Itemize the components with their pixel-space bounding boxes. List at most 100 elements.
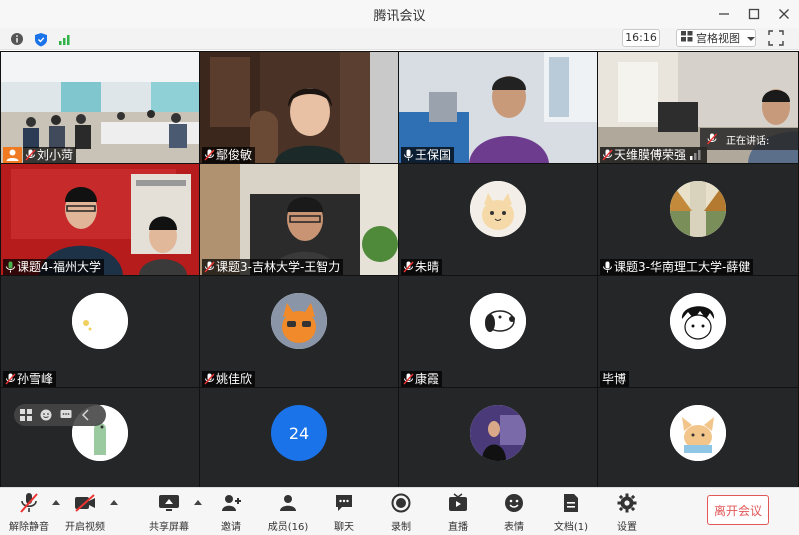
orange-cat-avatar: [271, 293, 327, 349]
members-button[interactable]: 成员(16): [261, 492, 315, 533]
mic-muted-icon: [204, 373, 215, 385]
avatar: [72, 293, 128, 349]
avatar-tile[interactable]: [399, 388, 597, 487]
video-tile[interactable]: 课题3-吉林大学-王智力: [200, 164, 398, 275]
window-controls: [717, 0, 791, 28]
top-toolbar: 16:16 宫格视图: [0, 28, 799, 50]
record-button[interactable]: 录制: [374, 492, 428, 533]
reaction-button[interactable]: 表情: [487, 492, 541, 533]
participant-name: 毕博: [602, 372, 627, 386]
mic-muted-icon: [403, 261, 414, 273]
start-video-label: 开启视频: [65, 522, 105, 533]
leave-meeting-button[interactable]: 离开会议: [707, 495, 769, 525]
layout-icon[interactable]: [20, 409, 32, 421]
participant-name-tag: 孙雪峰: [3, 371, 57, 387]
settings-button[interactable]: 设置: [600, 492, 654, 533]
host-badge: [3, 147, 22, 163]
avatar-tile[interactable]: 康霞: [399, 276, 597, 387]
participant-name: 王保国: [415, 148, 452, 162]
mic-muted-icon: [204, 261, 215, 273]
participant-name: 鄢俊敏: [216, 148, 253, 162]
video-grid: 刘小菏 鄢俊敏 王保国 天维膜傅荣强 课题4-福州大学 课题3-吉林大学-王智力…: [0, 51, 799, 487]
signal-weak-icon: [690, 150, 701, 160]
cartoon-boy-avatar: [670, 293, 726, 349]
unmute-label: 解除静音: [9, 522, 49, 533]
participant-name: 课题3-华南理工大学-薛健: [614, 260, 751, 274]
window-title: 腾讯会议: [373, 8, 426, 24]
mic-icon: [6, 261, 15, 273]
members-icon: [280, 495, 296, 511]
camera-off-icon: [75, 494, 95, 512]
chat-bubble-icon[interactable]: [60, 409, 72, 421]
info-icon[interactable]: [8, 30, 26, 48]
view-mode-dropdown[interactable]: 宫格视图: [676, 29, 756, 47]
mic-muted-icon: [706, 133, 718, 145]
maximize-icon[interactable]: [747, 7, 761, 21]
close-icon[interactable]: [777, 7, 791, 21]
participant-name: 朱晴: [415, 260, 440, 274]
participant-name-tag: 姚佳欣: [202, 371, 256, 387]
emoji-icon[interactable]: [40, 409, 52, 421]
speaking-indicator: 正在讲话:: [700, 128, 798, 150]
participant-name: 姚佳欣: [216, 372, 253, 386]
participant-name-tag: 刘小菏: [23, 147, 77, 163]
floating-toolbar: [14, 404, 106, 426]
mic-muted-icon: [602, 149, 613, 161]
title-bar: 腾讯会议: [0, 0, 799, 28]
video-tile[interactable]: 鄢俊敏: [200, 52, 398, 163]
unmute-button[interactable]: 解除静音: [2, 492, 56, 533]
participant-name-tag: 毕博: [600, 371, 630, 387]
avatar-tile[interactable]: 课题3-华南理工大学-薛健: [598, 164, 798, 275]
participant-name: 天维膜傅荣强: [614, 148, 687, 162]
record-label: 录制: [391, 522, 411, 533]
shield-icon[interactable]: [32, 30, 50, 48]
chevron-down-icon: [747, 32, 755, 45]
cat-avatar: [470, 181, 526, 237]
fullscreen-icon[interactable]: [768, 30, 784, 46]
avatar-tile[interactable]: 24: [200, 388, 398, 487]
start-video-button[interactable]: 开启视频: [58, 492, 112, 533]
speaking-label: 正在讲话:: [726, 135, 770, 147]
dog-avatar: [670, 405, 726, 461]
video-options-caret[interactable]: [110, 500, 118, 505]
invite-button[interactable]: 邀请: [204, 492, 258, 533]
settings-label: 设置: [617, 522, 637, 533]
snoopy-avatar: [470, 293, 526, 349]
share-screen-label: 共享屏幕: [149, 522, 189, 533]
share-screen-button[interactable]: 共享屏幕: [142, 492, 196, 533]
participant-name-tag: 康霞: [401, 371, 443, 387]
documents-label: 文档(1): [553, 522, 589, 533]
chat-label: 聊天: [334, 522, 354, 533]
photo-avatar: [470, 405, 526, 461]
video-tile[interactable]: 刘小菏: [1, 52, 199, 163]
user-icon: [6, 149, 19, 161]
document-icon: [564, 494, 578, 512]
avatar-tile[interactable]: [1, 388, 199, 487]
mic-muted-icon: [20, 493, 38, 513]
avatar-tile[interactable]: [598, 388, 798, 487]
video-tile[interactable]: 课题4-福州大学: [1, 164, 199, 275]
mic-icon: [603, 261, 612, 273]
meeting-timer: 16:16: [622, 29, 660, 47]
grid-view-icon: [681, 31, 693, 45]
reaction-label: 表情: [504, 522, 524, 533]
avatar-tile[interactable]: 毕博: [598, 276, 798, 387]
avatar-tile[interactable]: 姚佳欣: [200, 276, 398, 387]
documents-button[interactable]: 文档(1): [544, 492, 598, 533]
members-label: 成员(16): [267, 522, 309, 533]
avatar-tile[interactable]: 孙雪峰: [1, 276, 199, 387]
chevron-left-icon[interactable]: [80, 409, 92, 421]
participant-name-tag: 朱晴: [401, 259, 443, 275]
live-label: 直播: [448, 522, 468, 533]
chat-button[interactable]: 聊天: [317, 492, 371, 533]
minimize-icon[interactable]: [717, 7, 731, 21]
avatar-tile[interactable]: 朱晴: [399, 164, 597, 275]
avatar-number: 24: [288, 423, 310, 443]
live-button[interactable]: 直播: [431, 492, 485, 533]
signal-icon[interactable]: [56, 30, 74, 48]
participant-name: 孙雪峰: [17, 372, 54, 386]
participant-name: 课题3-吉林大学-王智力: [216, 260, 341, 274]
share-options-caret[interactable]: [194, 500, 202, 505]
share-screen-icon: [159, 495, 179, 511]
video-tile[interactable]: 王保国: [399, 52, 597, 163]
